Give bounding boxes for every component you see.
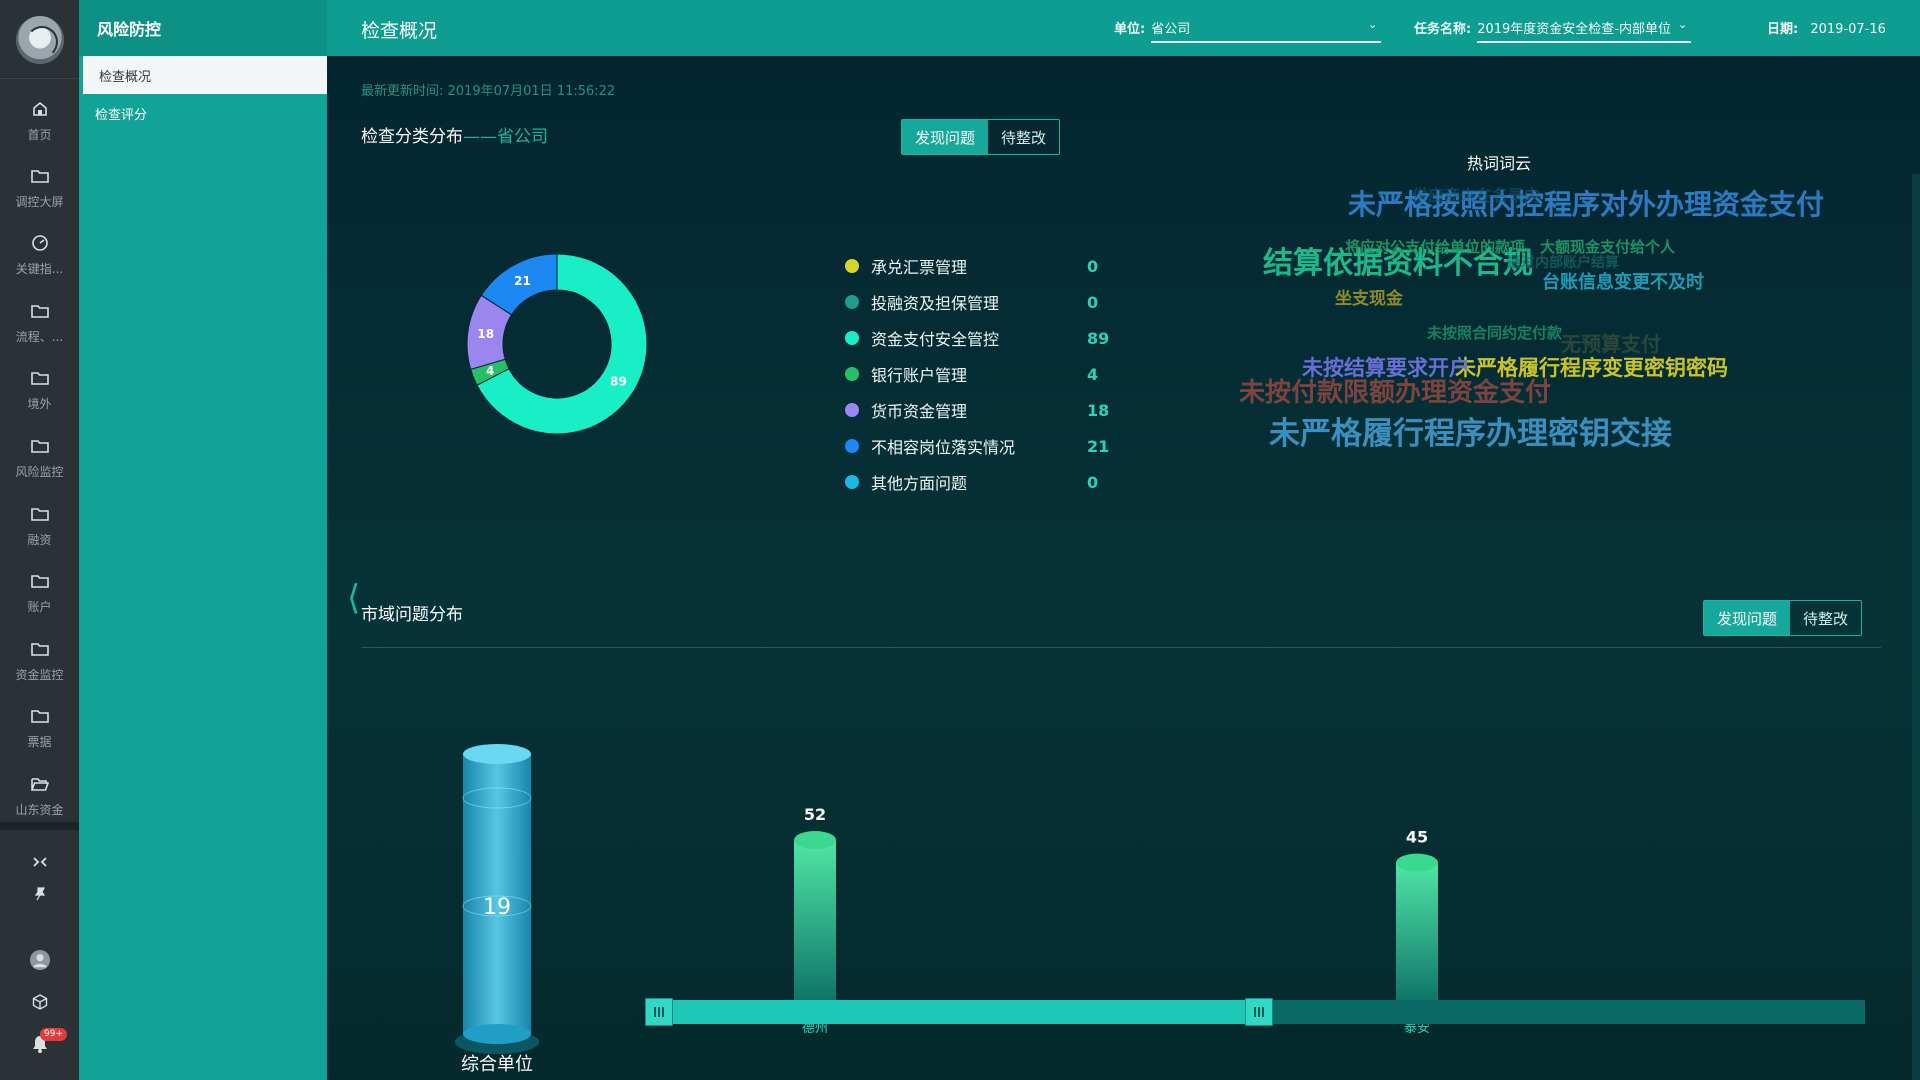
main-content: 最新更新时间: 2019年07月01日 11:56:22 检查分类分布——省公司… <box>327 56 1920 1080</box>
chevron-down-icon: ⌄ <box>1677 18 1688 31</box>
date-value: 2019-07-16 <box>1810 22 1886 37</box>
rail-item-label: 融资 <box>27 532 52 547</box>
rail-item-process[interactable]: 流程、... <box>0 290 79 356</box>
menu-title: 风险防控 <box>79 0 327 56</box>
toggle-pending[interactable]: 待整改 <box>1790 601 1861 635</box>
task-select-value: 2019年度资金安全检查-内部单位 <box>1477 22 1671 37</box>
cube-icon[interactable] <box>30 992 50 1012</box>
bar-category-label: 综合单位 <box>461 1054 533 1075</box>
city-toggle: 发现问题 待整改 <box>1703 600 1863 636</box>
rail-item-financing[interactable]: 融资 <box>0 493 79 559</box>
bar-value: 52 <box>804 805 826 824</box>
collapse-arrows-icon[interactable] <box>30 852 50 872</box>
folder-open-icon <box>30 775 50 793</box>
chevron-down-icon: ⌄ <box>1367 18 1378 31</box>
rail-item-label: 山东资金 <box>15 802 64 817</box>
company-logo <box>16 16 64 64</box>
rail-item-account[interactable]: 账户 <box>0 560 79 626</box>
unit-select-value: 省公司 <box>1151 22 1191 37</box>
folder-icon <box>30 640 50 658</box>
rail-item-label: 境外 <box>27 396 52 411</box>
cloud-word[interactable]: 通过内部账户结算 <box>1507 252 1619 272</box>
rail-item-label: 流程、... <box>15 329 64 344</box>
range-slider-selection[interactable] <box>647 1000 1251 1024</box>
menu-item-inspection-score[interactable]: 检查评分 <box>79 94 327 132</box>
folder-icon <box>30 572 50 590</box>
cloud-word[interactable]: 无预算支付 <box>1561 328 1661 357</box>
rail-item-label: 首页 <box>27 127 52 142</box>
grip-icon <box>654 1007 664 1017</box>
task-filter-label: 任务名称: <box>1414 22 1472 37</box>
unit-filter-label: 单位: <box>1114 22 1146 37</box>
bar[interactable] <box>1396 862 1438 1008</box>
rail-item-label: 调控大屏 <box>15 194 64 209</box>
menu-item-label: 检查评分 <box>95 107 148 123</box>
bracket-decoration: ⟨ <box>347 578 361 618</box>
rail-item-fund-monitor[interactable]: 资金监控 <box>0 628 79 694</box>
avatar[interactable] <box>30 950 50 970</box>
rail-item-home[interactable]: 首页 <box>0 88 79 154</box>
rail-item-risk-monitor[interactable]: 风险监控 <box>0 425 79 491</box>
folder-icon <box>30 302 50 320</box>
scrollbar[interactable] <box>1912 174 1920 1080</box>
folder-icon <box>30 437 50 455</box>
task-select[interactable]: 2019年度资金安全检查-内部单位 ⌄ <box>1477 18 1692 43</box>
city-section-title: 市域问题分布 <box>361 605 463 625</box>
task-filter: 任务名称: 2019年度资金安全检查-内部单位 ⌄ <box>1414 18 1692 43</box>
notification-badge: 99+ <box>40 1028 67 1041</box>
menu-item-inspection-overview[interactable]: 检查概况 <box>83 56 327 94</box>
home-icon <box>30 100 50 118</box>
rail-item-label: 资金监控 <box>15 667 64 682</box>
cloud-word[interactable]: 未严格履行程序办理密钥交接 <box>1269 408 1672 453</box>
date-label: 日期: <box>1767 22 1799 37</box>
unit-select[interactable]: 省公司 ⌄ <box>1151 18 1382 43</box>
secondary-menu: 风险防控 检查概况 检查评分 <box>79 0 327 1080</box>
rail-separator <box>0 822 79 830</box>
bar-value: 45 <box>1406 828 1428 847</box>
folder-icon <box>30 167 50 185</box>
bar[interactable] <box>463 754 531 1034</box>
grip-icon <box>1254 1007 1264 1017</box>
rail-item-key-metrics[interactable]: 关键指... <box>0 222 79 288</box>
toggle-found-issues[interactable]: 发现问题 <box>1704 601 1791 635</box>
rail-item-label: 账户 <box>27 599 52 614</box>
rail-item-label: 票据 <box>27 734 52 749</box>
rail-item-bills[interactable]: 票据 <box>0 695 79 761</box>
icon-rail: 首页 调控大屏 关键指... 流程、... 境外 风险监控 融资 账户 资金监控… <box>0 0 79 1080</box>
cloud-word[interactable]: 未按照合同约定付款 <box>1427 322 1562 343</box>
cloud-word[interactable]: 供应商未在名录内 <box>1412 182 1540 206</box>
rail-item-label: 关键指... <box>15 261 64 276</box>
cloud-word[interactable]: 未按结算要求开户 <box>1302 352 1470 382</box>
date-display: 日期: 2019-07-16 <box>1767 18 1886 37</box>
pin-icon[interactable] <box>30 884 50 904</box>
range-slider-start-handle[interactable] <box>645 998 673 1026</box>
gauge-icon <box>30 234 50 252</box>
rail-item-dashboard[interactable]: 调控大屏 <box>0 155 79 221</box>
folder-icon <box>30 707 50 725</box>
section-divider <box>361 647 1881 648</box>
folder-icon <box>30 369 50 387</box>
menu-item-label: 检查概况 <box>99 69 152 85</box>
hot-word-cloud: 未严格按照内控程序对外办理资金支付 结算依据资料不合规 未严格履行程序办理密钥交接未… <box>327 56 1920 536</box>
folder-icon <box>30 505 50 523</box>
rail-divider <box>0 78 79 79</box>
rail-item-shandong-funds[interactable]: 山东资金 <box>0 763 79 829</box>
range-slider-end-handle[interactable] <box>1245 998 1273 1026</box>
rail-item-label: 风险监控 <box>15 464 64 479</box>
page-title: 检查概况 <box>361 20 438 42</box>
bar-value: 19 <box>483 895 511 920</box>
unit-filter: 单位: 省公司 ⌄ <box>1114 18 1382 43</box>
rail-item-overseas[interactable]: 境外 <box>0 357 79 423</box>
cloud-word[interactable]: 坐支现金 <box>1335 284 1403 309</box>
top-header: 检查概况 单位: 省公司 ⌄ 任务名称: 2019年度资金安全检查-内部单位 ⌄… <box>327 0 1920 56</box>
bar[interactable] <box>794 840 836 1008</box>
